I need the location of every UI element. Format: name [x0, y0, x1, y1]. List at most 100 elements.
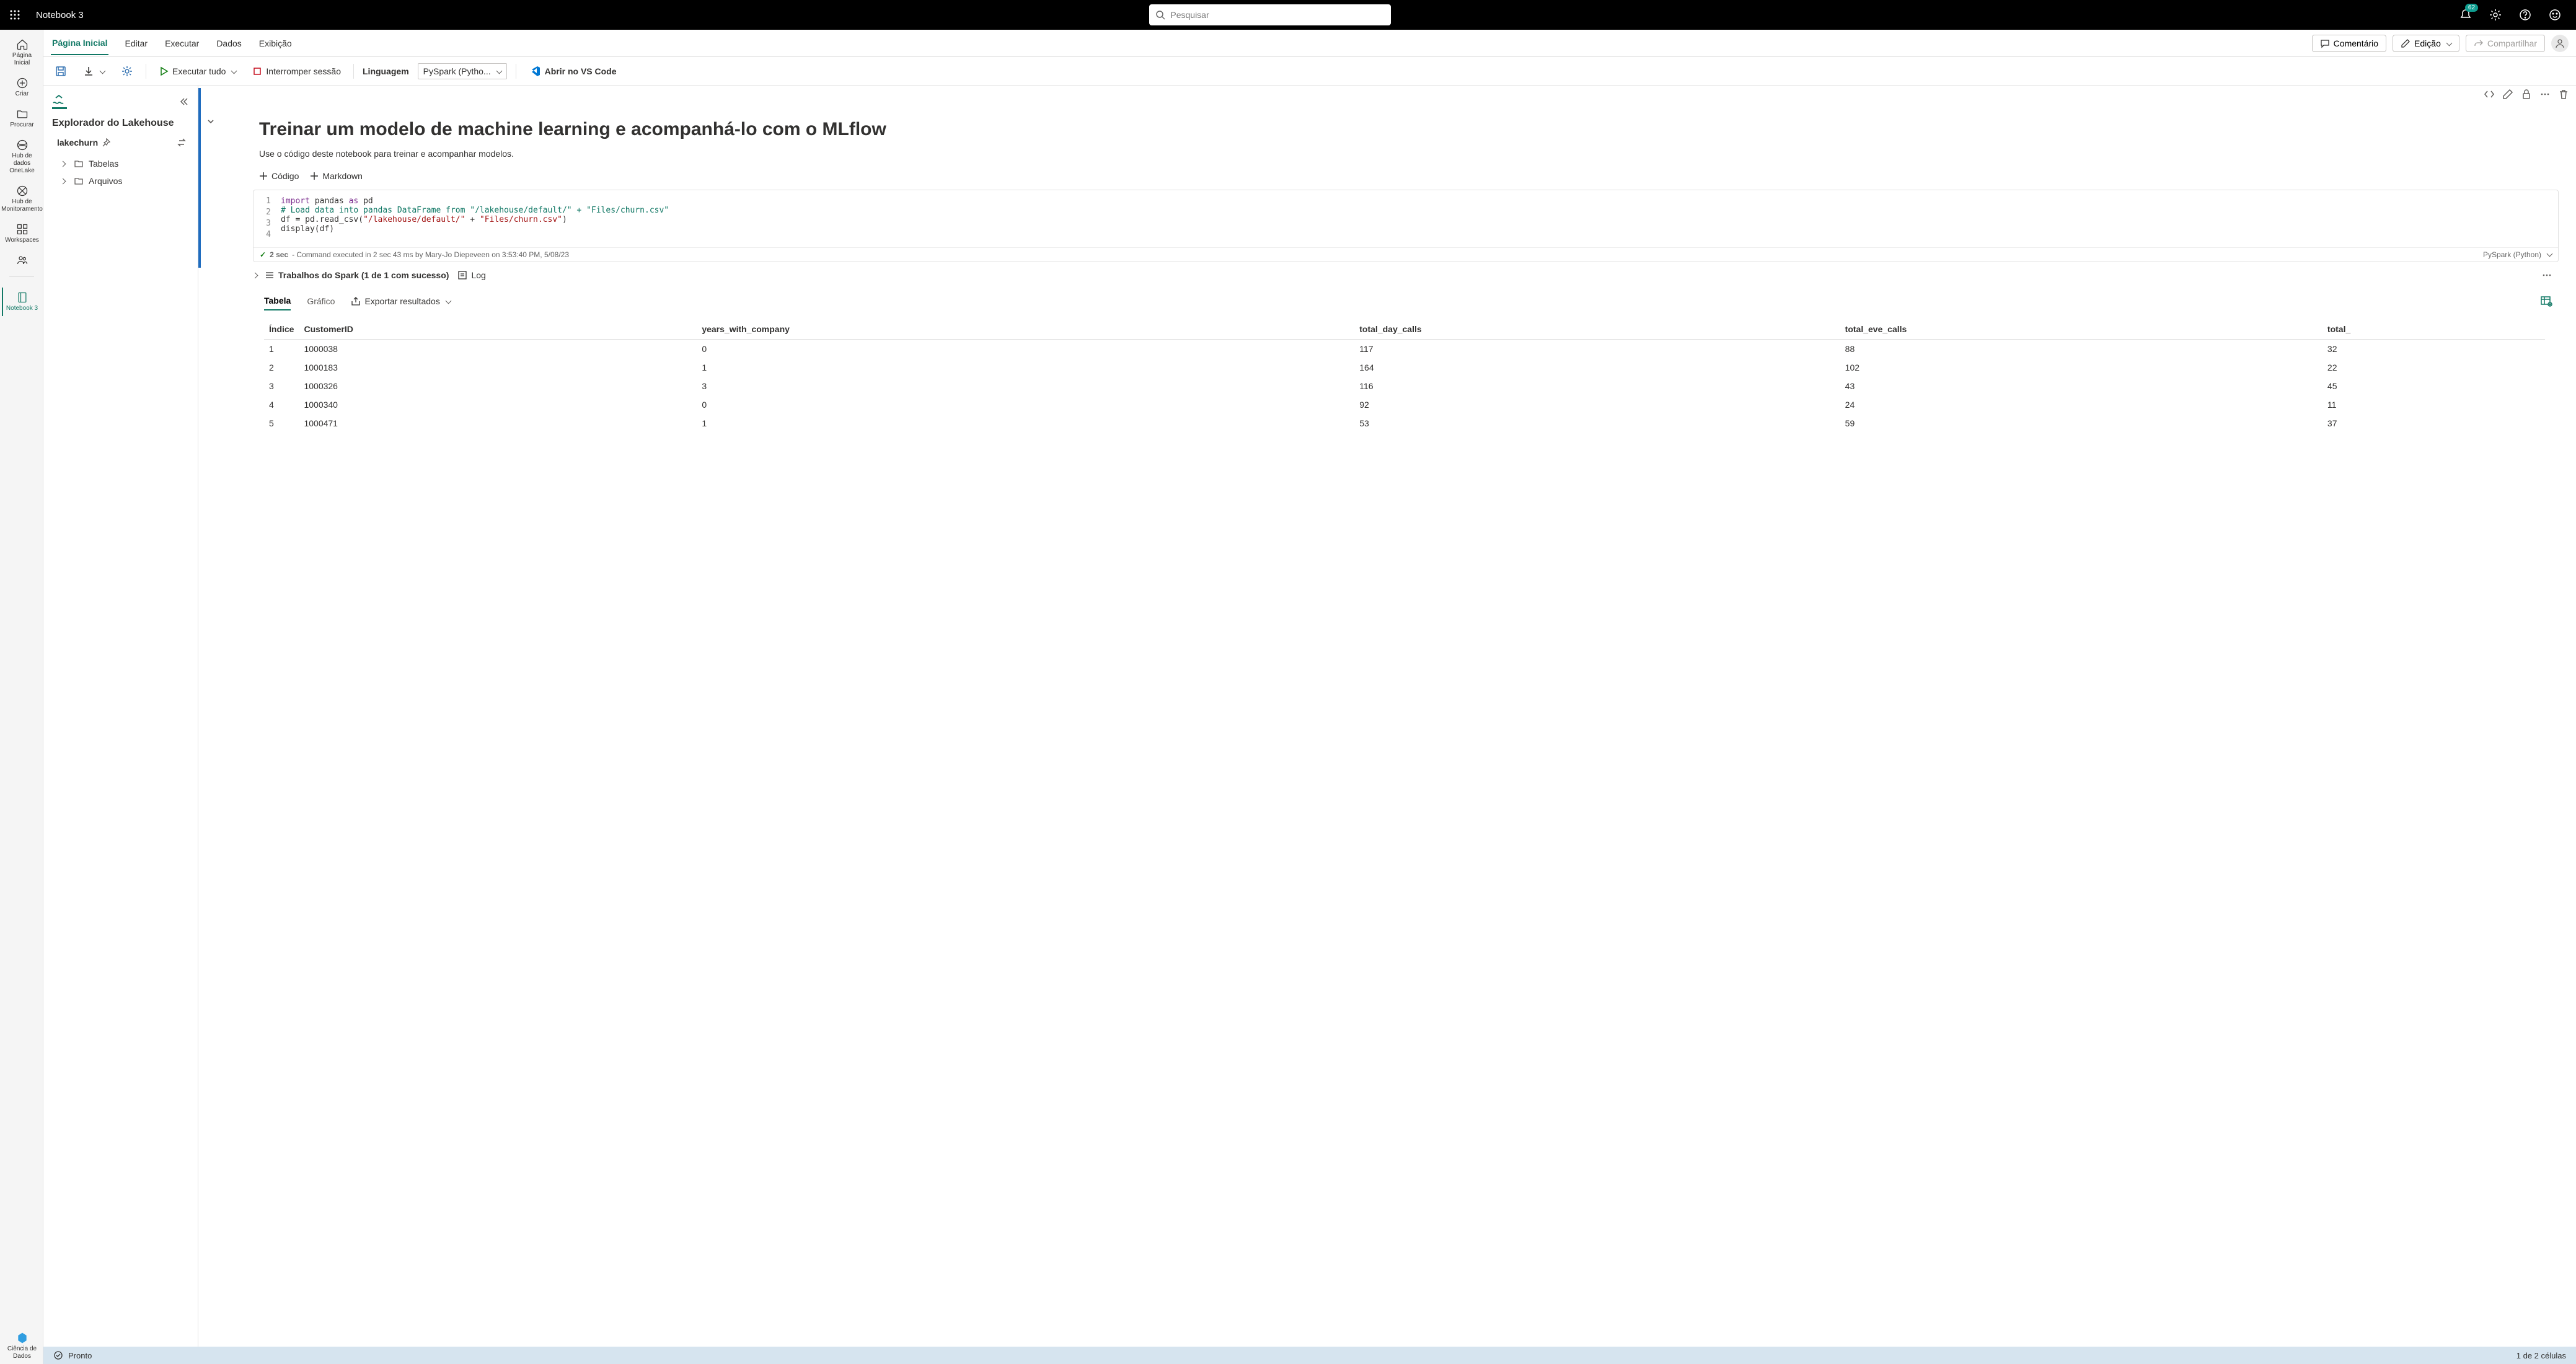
datascience-icon — [16, 1332, 29, 1344]
download-icon — [83, 66, 94, 77]
folder-icon — [16, 108, 29, 120]
table-row[interactable]: 510004711535937 — [264, 414, 2545, 433]
rail-notebook[interactable]: Notebook 3 — [2, 288, 42, 316]
chevron-down-icon — [444, 296, 451, 306]
add-markdown-button[interactable]: Markdown — [310, 171, 363, 181]
output-tab-chart[interactable]: Gráfico — [307, 293, 335, 310]
markdown-title: Treinar um modelo de machine learning e … — [259, 119, 2559, 140]
help-icon[interactable] — [2516, 6, 2534, 24]
chevron-right-icon — [61, 176, 69, 186]
search-icon — [1155, 10, 1165, 20]
tree-tables[interactable]: Tabelas — [48, 155, 193, 172]
app-launcher-icon[interactable] — [5, 5, 25, 25]
code-editor[interactable]: import pandas as pd # Load data into pan… — [276, 190, 2558, 247]
lock-cell-icon[interactable] — [2520, 88, 2533, 100]
save-icon — [55, 65, 67, 77]
markdown-subtitle: Use o código deste notebook para treinar… — [259, 149, 2559, 159]
line-gutter: 1234 — [254, 190, 276, 247]
spark-jobs-toggle[interactable]: Trabalhos do Spark (1 de 1 com sucesso) — [253, 270, 449, 280]
cell-language-badge[interactable]: PySpark (Python) — [2483, 250, 2541, 259]
share-button[interactable]: Compartilhar — [2466, 35, 2545, 52]
notebook-icon — [16, 291, 29, 304]
tab-edit[interactable]: Editar — [123, 32, 149, 55]
rail-onelake[interactable]: Hub de dados OneLake — [2, 135, 42, 178]
notification-badge: 62 — [2465, 4, 2478, 12]
collapse-explorer-button[interactable] — [179, 97, 189, 107]
output-tab-table[interactable]: Tabela — [264, 292, 291, 310]
workspaces-icon — [16, 223, 29, 235]
code-toggle-icon[interactable] — [2483, 88, 2495, 100]
people-icon — [16, 254, 29, 266]
output-more-button[interactable] — [2541, 270, 2552, 281]
toolbar: Executar tudo Interromper sessão Linguag… — [43, 57, 2576, 86]
search-box[interactable] — [1149, 4, 1391, 25]
comment-button[interactable]: Comentário — [2312, 35, 2386, 52]
lakehouse-name[interactable]: lakechurn — [57, 138, 110, 147]
rail-monitor[interactable]: Hub de Monitoramento — [2, 181, 42, 217]
topbar: Notebook 3 62 — [0, 0, 2576, 30]
notebook-title[interactable]: Notebook 3 — [36, 10, 84, 20]
settings-toolbar-button[interactable] — [117, 63, 137, 80]
log-icon — [457, 270, 467, 280]
lakehouse-explorer: Explorador do Lakehouse lakechurn Tabela… — [43, 86, 198, 1364]
chevron-right-icon — [61, 159, 69, 169]
plus-circle-icon — [16, 77, 29, 89]
pencil-icon — [2401, 38, 2411, 48]
export-icon — [351, 296, 361, 306]
comment-icon — [2320, 38, 2330, 48]
cell-collapse-button[interactable] — [206, 117, 216, 126]
lakehouse-icon[interactable] — [52, 94, 67, 109]
search-input[interactable] — [1170, 10, 1385, 20]
tree-files[interactable]: Arquivos — [48, 172, 193, 190]
swap-icon[interactable] — [177, 138, 187, 147]
chevron-down-icon — [2445, 38, 2451, 48]
edit-cell-icon[interactable] — [2502, 88, 2514, 100]
save-button[interactable] — [51, 63, 71, 80]
table-row[interactable]: 410003400922411 — [264, 395, 2545, 414]
table-row[interactable]: 3100032631164345 — [264, 377, 2545, 395]
rail-people[interactable] — [2, 250, 42, 270]
table-row[interactable]: 21000183116410222 — [264, 358, 2545, 377]
download-button[interactable] — [79, 63, 108, 79]
explorer-title: Explorador do Lakehouse — [48, 115, 193, 135]
rail-datascience[interactable]: Ciência de Dados — [2, 1328, 42, 1364]
feedback-icon[interactable] — [2546, 6, 2564, 24]
rail-browse[interactable]: Procurar — [2, 104, 42, 133]
log-button[interactable]: Log — [457, 270, 485, 280]
vscode-icon — [529, 65, 541, 77]
status-bar: Pronto 1 de 2 células — [43, 1347, 2576, 1364]
run-all-button[interactable]: Executar tudo — [155, 64, 240, 79]
add-code-button[interactable]: Código — [259, 171, 299, 181]
tab-run[interactable]: Executar — [164, 32, 200, 55]
cell-toolbar — [2483, 88, 2570, 100]
rail-create[interactable]: Criar — [2, 73, 42, 102]
chevron-down-icon — [2545, 250, 2552, 259]
play-icon — [159, 66, 169, 76]
tab-data[interactable]: Dados — [215, 32, 242, 55]
list-icon — [265, 270, 275, 280]
rail-workspaces[interactable]: Workspaces — [2, 219, 42, 248]
chevron-down-icon — [495, 66, 501, 76]
notifications-icon[interactable]: 62 — [2457, 6, 2474, 24]
tab-home[interactable]: Página Inicial — [51, 32, 108, 55]
editing-mode-button[interactable]: Edição — [2393, 35, 2459, 52]
rail-home[interactable]: Página Inicial — [2, 35, 42, 71]
more-cell-icon[interactable] — [2539, 88, 2551, 100]
settings-icon[interactable] — [2487, 6, 2504, 24]
open-vscode-button[interactable]: Abrir no VS Code — [525, 63, 620, 80]
delete-cell-icon[interactable] — [2557, 88, 2570, 100]
table-settings-icon[interactable] — [2540, 295, 2552, 307]
code-cell[interactable]: 1234 import pandas as pd # Load data int… — [253, 190, 2559, 262]
table-row[interactable]: 1100003801178832 — [264, 340, 2545, 359]
tab-view[interactable]: Exibição — [258, 32, 293, 55]
chevron-right-icon — [253, 270, 261, 280]
presence-avatar[interactable] — [2551, 35, 2569, 52]
export-results-button[interactable]: Exportar resultados — [351, 296, 450, 306]
share-icon — [2474, 38, 2484, 48]
plus-icon — [259, 172, 268, 180]
chevron-down-icon — [229, 66, 236, 76]
language-select[interactable]: PySpark (Pytho... — [418, 63, 507, 79]
stop-session-button[interactable]: Interromper sessão — [249, 64, 345, 79]
plus-icon — [310, 172, 319, 180]
pin-icon[interactable] — [102, 138, 110, 147]
